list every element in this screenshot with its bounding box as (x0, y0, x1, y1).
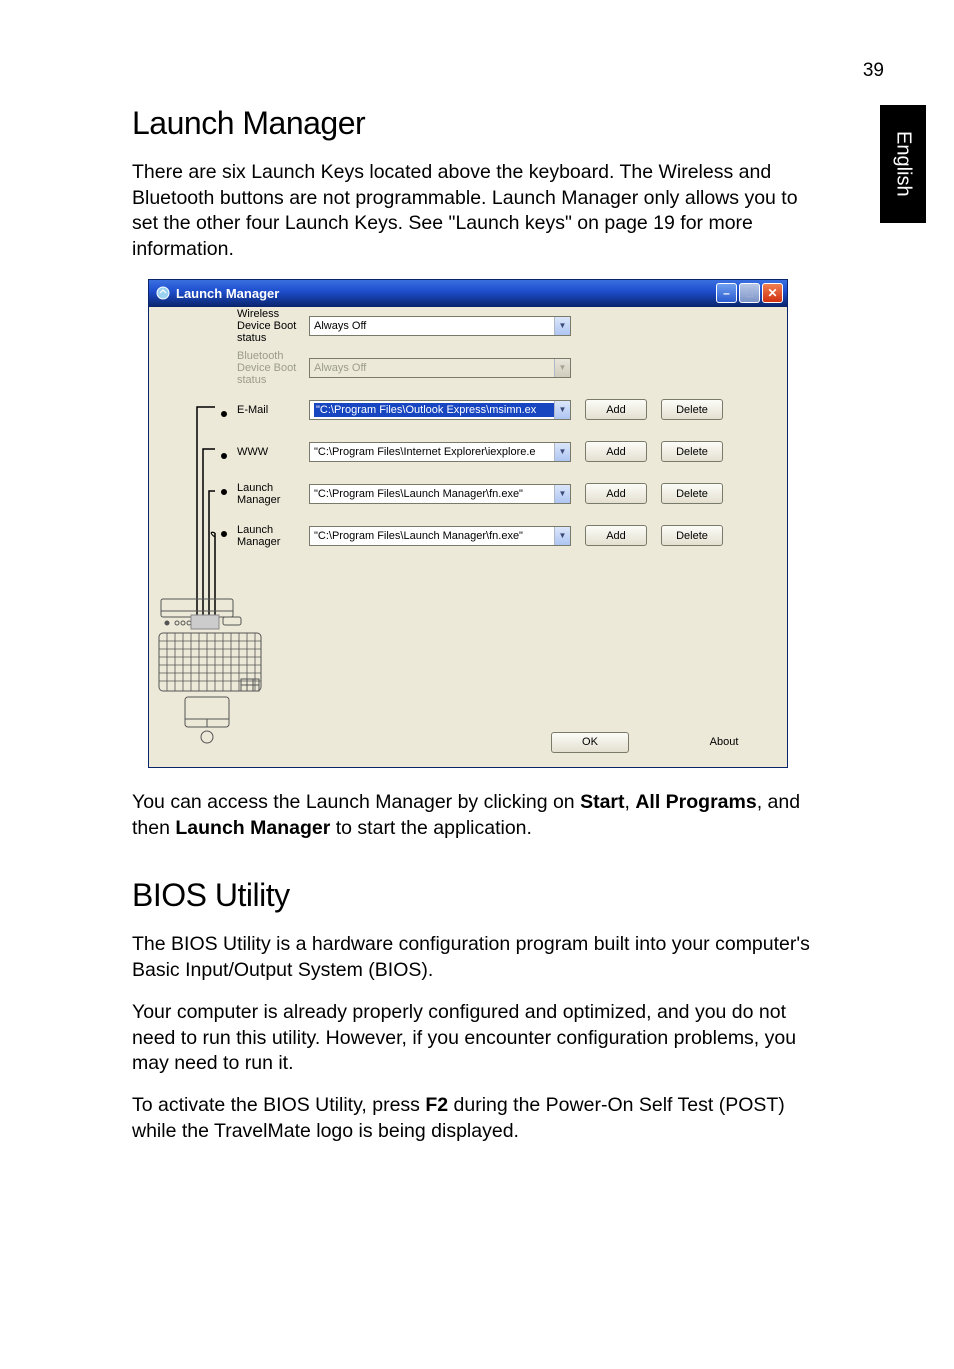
about-button[interactable]: About (685, 732, 763, 753)
label-lm1: Launch Manager (159, 482, 309, 506)
paragraph-launch-intro: There are six Launch Keys located above … (132, 160, 822, 263)
combo-lm2-value: "C:\Program Files\Launch Manager\fn.exe" (314, 530, 554, 542)
chevron-down-icon[interactable]: ▼ (554, 527, 570, 545)
combo-www[interactable]: "C:\Program Files\Internet Explorer\iexp… (309, 442, 571, 462)
delete-button[interactable]: Delete (661, 483, 723, 504)
chevron-down-icon[interactable]: ▼ (554, 317, 570, 335)
combo-www-value: "C:\Program Files\Internet Explorer\iexp… (314, 446, 554, 458)
connector-lines (159, 403, 239, 623)
combo-wireless[interactable]: Always Off ▼ (309, 316, 571, 336)
combo-bluetooth-value: Always Off (314, 362, 554, 374)
ok-button[interactable]: OK (551, 732, 629, 753)
paragraph-bios-2: Your computer is already properly config… (132, 1000, 822, 1077)
chevron-down-icon: ▼ (554, 359, 570, 377)
close-button[interactable]: ✕ (762, 283, 783, 303)
chevron-down-icon[interactable]: ▼ (554, 485, 570, 503)
delete-button[interactable]: Delete (661, 525, 723, 546)
combo-bluetooth: Always Off ▼ (309, 358, 571, 378)
delete-button[interactable]: Delete (661, 441, 723, 462)
label-bluetooth: Bluetooth Device Boot status (159, 350, 309, 386)
page-number: 39 (863, 60, 884, 82)
combo-wireless-value: Always Off (314, 320, 554, 332)
label-wireless: Wireless Device Boot status (159, 308, 309, 344)
label-email: E-Mail (159, 404, 309, 416)
add-button[interactable]: Add (585, 483, 647, 504)
chevron-down-icon[interactable]: ▼ (554, 443, 570, 461)
laptop-diagram (155, 593, 273, 753)
combo-lm1-value: "C:\Program Files\Launch Manager\fn.exe" (314, 488, 554, 500)
paragraph-bios-1: The BIOS Utility is a hardware configura… (132, 932, 822, 983)
label-www: WWW (159, 446, 309, 458)
combo-email-value: "C:\Program Files\Outlook Express\msimn.… (314, 403, 554, 417)
titlebar: Launch Manager – □ ✕ (149, 280, 787, 307)
add-button[interactable]: Add (585, 525, 647, 546)
heading-bios: BIOS Utility (132, 877, 822, 914)
app-icon (155, 285, 171, 301)
combo-email[interactable]: "C:\Program Files\Outlook Express\msimn.… (309, 400, 571, 420)
language-tab: English (880, 105, 926, 223)
delete-button[interactable]: Delete (661, 399, 723, 420)
heading-launch-manager: Launch Manager (132, 105, 822, 142)
add-button[interactable]: Add (585, 441, 647, 462)
chevron-down-icon[interactable]: ▼ (554, 401, 570, 419)
maximize-button: □ (739, 283, 760, 303)
window-title: Launch Manager (176, 286, 716, 301)
add-button[interactable]: Add (585, 399, 647, 420)
launch-manager-window: Launch Manager – □ ✕ Wireless Device Boo… (148, 279, 788, 768)
paragraph-launch-access: You can access the Launch Manager by cli… (132, 790, 822, 841)
paragraph-bios-3: To activate the BIOS Utility, press F2 d… (132, 1093, 822, 1144)
combo-lm1[interactable]: "C:\Program Files\Launch Manager\fn.exe"… (309, 484, 571, 504)
combo-lm2[interactable]: "C:\Program Files\Launch Manager\fn.exe"… (309, 526, 571, 546)
minimize-button[interactable]: – (716, 283, 737, 303)
label-lm2: Launch Manager (159, 524, 309, 548)
